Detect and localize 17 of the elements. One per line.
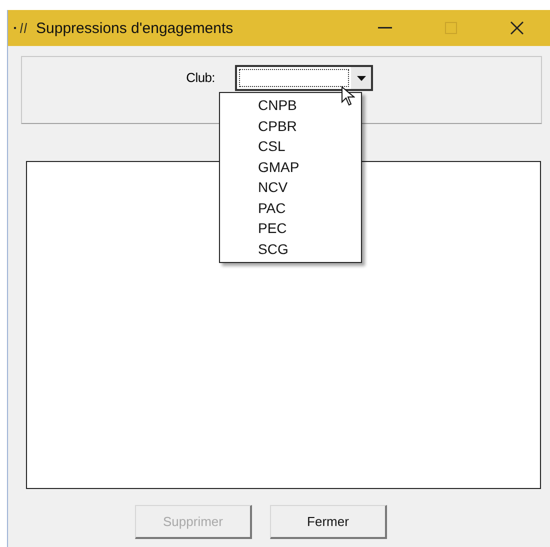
minimize-icon: [378, 27, 392, 29]
club-option[interactable]: NCV: [220, 177, 361, 198]
club-label: Club:: [185, 70, 215, 85]
close-icon: [510, 21, 524, 35]
club-option[interactable]: PEC: [220, 218, 361, 238]
club-option[interactable]: CNPB: [220, 95, 361, 116]
club-option[interactable]: PAC: [220, 198, 361, 218]
window-title: Suppressions d'engagements: [36, 20, 234, 36]
close-dialog-button[interactable]: Fermer: [270, 505, 387, 539]
club-option[interactable]: CSL: [220, 136, 361, 156]
app-icon: [14, 22, 30, 34]
club-option[interactable]: CPBR: [220, 116, 361, 136]
dropdown-arrow-icon: [356, 76, 366, 80]
club-option[interactable]: SCG: [220, 238, 361, 259]
club-combo-box[interactable]: [235, 65, 373, 91]
club-option[interactable]: GMAP: [220, 156, 361, 177]
maximize-icon: [445, 22, 457, 34]
